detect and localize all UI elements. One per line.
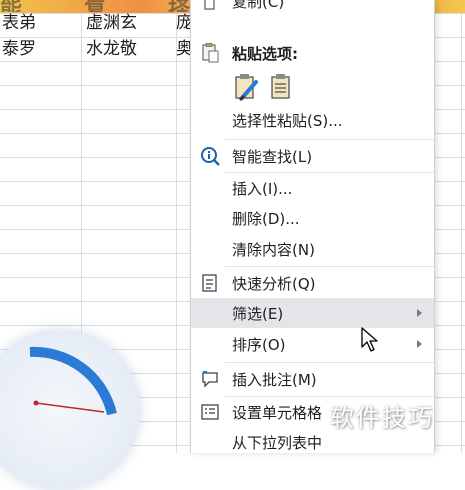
paste-options-header: 粘贴选项: bbox=[191, 38, 434, 68]
menu-item-paste-special[interactable]: 选择性粘贴(S)... bbox=[191, 105, 434, 135]
paintbrush-clipboard-icon bbox=[235, 74, 258, 102]
watermark-text: 软件技巧 bbox=[330, 404, 434, 432]
cell-a2[interactable]: 泰罗 bbox=[2, 37, 36, 61]
menu-item-quick-analysis[interactable]: 快速分析(Q) bbox=[191, 268, 434, 298]
menu-separator bbox=[225, 266, 434, 267]
menu-separator bbox=[225, 139, 434, 140]
analysis-icon bbox=[199, 272, 221, 294]
paste-options-label: 粘贴选项: bbox=[232, 44, 298, 63]
mouse-cursor-icon bbox=[361, 327, 378, 352]
paste-values-button[interactable] bbox=[268, 72, 294, 102]
menu-label-clear-contents: 清除内容(N) bbox=[232, 240, 315, 259]
comment-icon bbox=[199, 368, 221, 390]
menu-label-delete: 删除(D)... bbox=[232, 209, 300, 228]
cell-b2[interactable]: 水龙敬 bbox=[86, 37, 137, 61]
menu-item-sort[interactable]: 排序(O) bbox=[191, 329, 434, 359]
menu-label-pick-from-list: 从下拉列表中 bbox=[232, 433, 323, 452]
menu-label-quick-analysis: 快速分析(Q) bbox=[232, 274, 316, 293]
search-info-icon bbox=[199, 145, 221, 167]
menu-item-copy[interactable]: 复制(C) bbox=[191, 0, 434, 14]
menu-item-clear-contents[interactable]: 清除内容(N) bbox=[191, 234, 434, 264]
menu-label-smart-lookup: 智能查找(L) bbox=[232, 147, 313, 166]
menu-item-delete[interactable]: 删除(D)... bbox=[191, 203, 434, 233]
format-cells-icon bbox=[199, 401, 221, 423]
menu-label-copy: 复制(C) bbox=[232, 0, 285, 11]
submenu-arrow-icon bbox=[417, 309, 422, 317]
cell-b1[interactable]: 虚渊玄 bbox=[86, 11, 137, 35]
menu-label-insert: 插入(I)... bbox=[232, 179, 293, 198]
menu-item-smart-lookup[interactable]: 智能查找(L) bbox=[191, 141, 434, 171]
menu-label-filter: 筛选(E) bbox=[232, 304, 284, 323]
clipboard-list-icon bbox=[271, 74, 290, 99]
menu-item-filter[interactable]: 筛选(E) bbox=[191, 298, 434, 328]
menu-separator bbox=[225, 362, 434, 363]
menu-label-format-cells: 设置单元格格 bbox=[232, 403, 323, 422]
paste-format-button[interactable] bbox=[232, 72, 260, 102]
submenu-arrow-icon bbox=[417, 340, 422, 348]
gauge-icon bbox=[29, 346, 117, 416]
menu-item-insert-comment[interactable]: 插入批注(M) bbox=[191, 364, 434, 394]
context-menu: 复制(C) 粘贴选项: 选择性粘贴(S)... 智能查找(L) 插入(I)...… bbox=[190, 0, 435, 453]
menu-label-sort: 排序(O) bbox=[232, 335, 286, 354]
menu-label-insert-comment: 插入批注(M) bbox=[232, 370, 317, 389]
copy-icon bbox=[199, 0, 221, 14]
clipboard-icon bbox=[199, 42, 221, 64]
menu-label-paste-special: 选择性粘贴(S)... bbox=[232, 111, 343, 130]
menu-item-insert[interactable]: 插入(I)... bbox=[191, 173, 434, 203]
cell-a1[interactable]: 表弟 bbox=[2, 11, 36, 35]
